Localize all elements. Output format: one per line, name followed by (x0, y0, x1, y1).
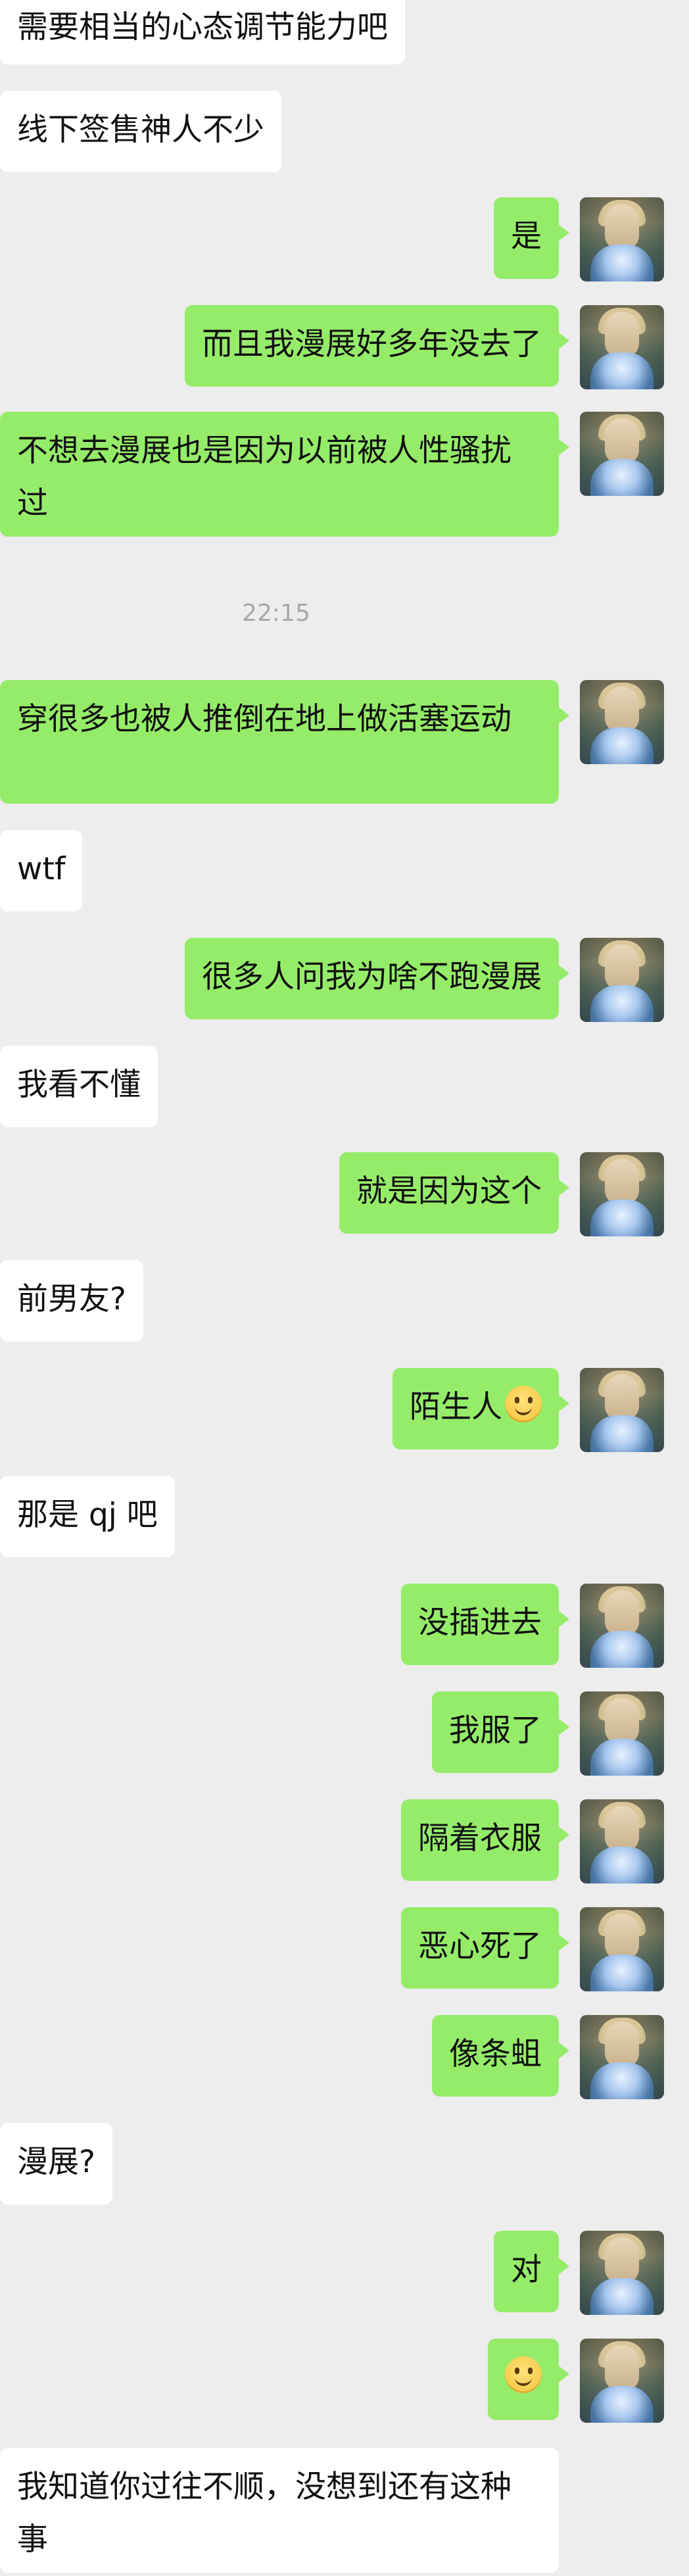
message-bubble[interactable]: 就是因为这个 (339, 1152, 569, 1234)
message-bubble[interactable]: 是 (494, 197, 569, 279)
message-bubble[interactable]: 像条蛆 (432, 2015, 569, 2097)
message-bubble[interactable]: wtf (0, 830, 83, 911)
user-avatar[interactable] (580, 1907, 664, 1991)
user-avatar[interactable] (580, 1799, 664, 1883)
user-avatar[interactable] (580, 680, 664, 764)
message-text: 漫展? (17, 2144, 95, 2180)
message-bubble[interactable]: 我服了 (432, 1691, 569, 1773)
message-text: 像条蛆 (449, 2036, 542, 2072)
message-bubble[interactable]: 恶心死了 (401, 1907, 569, 1989)
message-text: 不想去漫展也是因为以前被人性骚扰过 (17, 433, 511, 522)
chat-timestamp: 22:15 (242, 600, 310, 627)
message-text: wtf (17, 851, 66, 887)
message-bubble[interactable]: 需要相当的心态调节能力吧 (0, 0, 405, 64)
message-bubble[interactable]: 线下签售神人不少 (0, 91, 281, 172)
smile-emoji-icon (505, 2356, 542, 2393)
message-text: 线下签售神人不少 (17, 112, 264, 148)
message-text: 就是因为这个 (356, 1173, 542, 1209)
message-bubble[interactable]: 而且我漫展好多年没去了 (185, 305, 569, 387)
message-text: 恶心死了 (418, 1928, 542, 1964)
message-text: 陌生人 (410, 1389, 502, 1425)
user-avatar[interactable] (580, 1152, 664, 1236)
user-avatar[interactable] (580, 1584, 664, 1668)
message-text: 没插进去 (418, 1605, 542, 1641)
user-avatar[interactable] (580, 938, 664, 1022)
message-text: 穿很多也被人推倒在地上做活塞运动 (17, 701, 511, 737)
message-bubble[interactable]: 漫展? (0, 2123, 112, 2204)
user-avatar[interactable] (580, 1691, 664, 1776)
message-text: 是 (511, 218, 542, 255)
message-bubble[interactable]: 我知道你过往不顺，没想到还有这种事 (0, 2448, 559, 2573)
user-avatar[interactable] (580, 2339, 664, 2423)
message-bubble[interactable]: 没插进去 (401, 1584, 569, 1665)
message-bubble[interactable]: 那是 qj 吧 (0, 1476, 175, 1557)
message-text: 对 (511, 2252, 542, 2288)
user-avatar[interactable] (580, 2231, 664, 2315)
message-bubble[interactable]: 对 (494, 2231, 569, 2312)
message-bubble[interactable]: 隔着衣服 (401, 1799, 569, 1881)
message-text: 我服了 (449, 1713, 542, 1749)
message-bubble[interactable]: 陌生人 (392, 1368, 569, 1449)
message-bubble[interactable]: 不想去漫展也是因为以前被人性骚扰过 (0, 412, 569, 537)
message-bubble[interactable]: 前男友? (0, 1260, 143, 1342)
message-text: 前男友? (17, 1281, 126, 1317)
message-text: 而且我漫展好多年没去了 (202, 326, 542, 362)
message-bubble[interactable]: 我看不懂 (0, 1046, 158, 1127)
message-text: 我看不懂 (17, 1067, 141, 1103)
user-avatar[interactable] (580, 412, 664, 496)
message-text: 我知道你过往不顺，没想到还有这种事 (17, 2469, 511, 2558)
user-avatar[interactable] (580, 1368, 664, 1452)
message-text: 很多人问我为啥不跑漫展 (202, 959, 542, 995)
message-bubble[interactable] (488, 2339, 569, 2420)
user-avatar[interactable] (580, 197, 664, 281)
message-text: 需要相当的心态调节能力吧 (17, 9, 388, 45)
user-avatar[interactable] (580, 305, 664, 389)
message-bubble[interactable]: 穿很多也被人推倒在地上做活塞运动 (0, 680, 569, 804)
user-avatar[interactable] (580, 2015, 664, 2099)
message-bubble[interactable]: 很多人问我为啥不跑漫展 (185, 938, 569, 1019)
message-text: 那是 qj 吧 (17, 1497, 158, 1533)
smile-emoji-icon (505, 1386, 542, 1422)
message-text: 隔着衣服 (418, 1820, 542, 1857)
